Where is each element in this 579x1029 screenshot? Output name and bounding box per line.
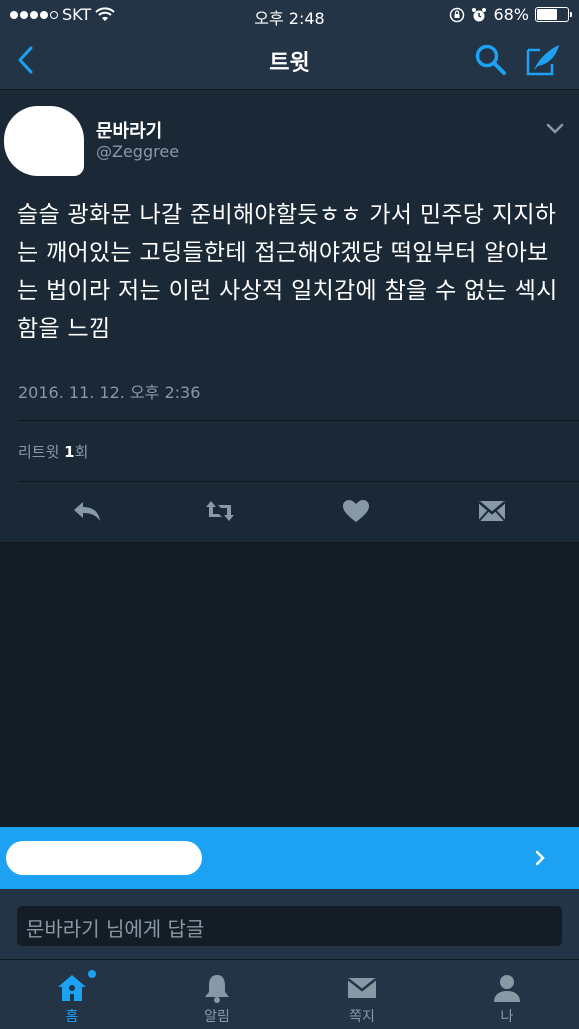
tab-messages[interactable]: 쪽지 xyxy=(290,960,434,1029)
chevron-right-icon[interactable] xyxy=(533,849,547,867)
reply-input[interactable]: 문바라기 님에게 답글 xyxy=(17,906,562,946)
chevron-down-icon[interactable] xyxy=(545,122,565,136)
promo-banner[interactable] xyxy=(0,827,579,889)
divider xyxy=(18,420,579,421)
navigation-bar: 트윗 xyxy=(0,30,579,90)
direct-message-icon[interactable] xyxy=(476,498,508,524)
tweet-detail-screen: SKT 오후 2:48 68% 트윗 문바라기 @Zeggree 슬슬 광화문 … xyxy=(0,0,579,1029)
tab-label-me: 나 xyxy=(500,1009,514,1025)
home-icon xyxy=(58,975,86,1001)
bell-icon xyxy=(205,975,229,1003)
tab-label-home: 홈 xyxy=(65,1009,79,1025)
tweet-text: 슬슬 광화문 나갈 준비해야할듯ㅎㅎ 가서 민주당 지지하는 깨어있는 고딩들한… xyxy=(17,202,558,342)
compose-icon[interactable] xyxy=(524,42,562,78)
notification-dot xyxy=(88,970,96,978)
battery-icon xyxy=(535,7,572,22)
tab-home[interactable]: 홈 xyxy=(0,960,144,1029)
tweet-timestamp: 2016. 11. 12. 오후 2:36 xyxy=(18,383,201,402)
status-right: 68% xyxy=(449,5,572,24)
alarm-icon xyxy=(472,7,487,21)
battery-percent: 68% xyxy=(493,5,529,24)
tab-me[interactable]: 나 xyxy=(435,960,579,1029)
reply-bar: 문바라기 님에게 답글 xyxy=(0,889,579,959)
reply-icon[interactable] xyxy=(71,498,103,524)
envelope-icon xyxy=(347,978,377,998)
tab-notifications[interactable]: 알림 xyxy=(145,960,289,1029)
retweet-count-number: 1 xyxy=(64,443,75,461)
avatar[interactable] xyxy=(4,106,84,176)
search-icon[interactable] xyxy=(474,43,508,77)
person-icon xyxy=(494,975,520,1002)
retweet-count[interactable]: 리트윗 1회 xyxy=(18,441,88,462)
retweet-icon[interactable] xyxy=(204,498,236,524)
retweet-count-suffix: 회 xyxy=(74,443,89,461)
tab-label-notifications: 알림 xyxy=(204,1009,230,1025)
retweet-count-prefix: 리트윗 xyxy=(18,443,65,461)
tweet-card: 문바라기 @Zeggree 슬슬 광화문 나갈 준비해야할듯ㅎㅎ 가서 민주당 … xyxy=(0,90,579,543)
rotation-lock-icon xyxy=(450,7,465,22)
status-bar: SKT 오후 2:48 68% xyxy=(0,0,579,30)
divider xyxy=(18,481,579,482)
tab-label-messages: 쪽지 xyxy=(349,1009,375,1025)
author-name[interactable]: 문바라기 xyxy=(96,117,162,143)
author-handle[interactable]: @Zeggree xyxy=(96,142,179,161)
redacted-content xyxy=(6,841,202,875)
tab-bar: 홈 알림 쪽지 나 xyxy=(0,959,579,1029)
like-icon[interactable] xyxy=(340,498,372,524)
